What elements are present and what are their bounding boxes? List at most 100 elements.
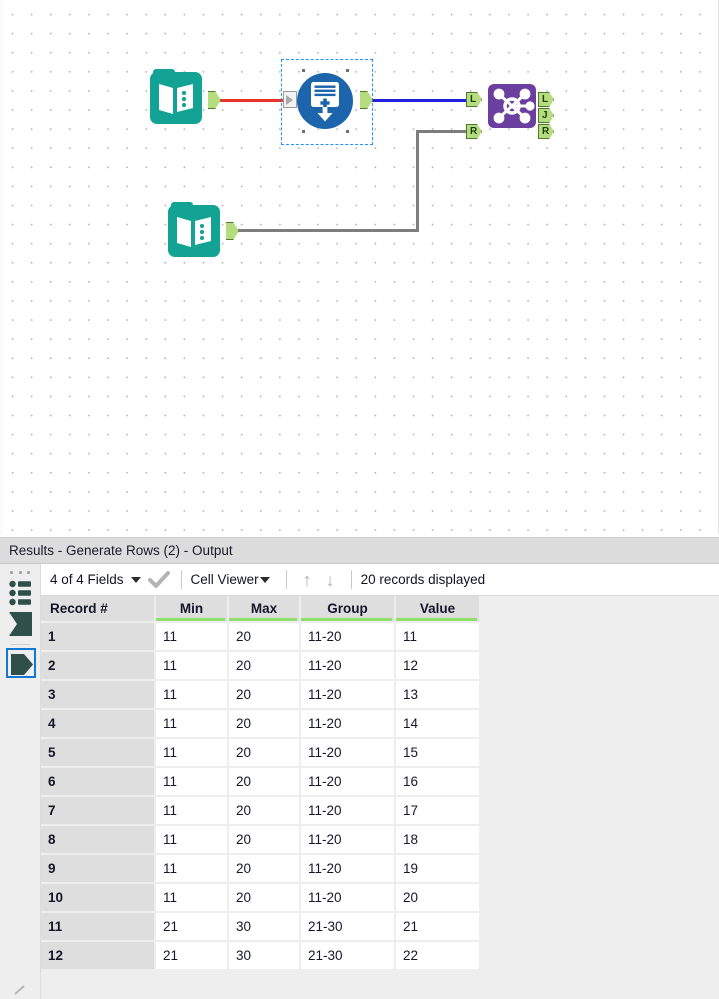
record-number-cell[interactable]: 6 — [41, 768, 156, 797]
table-cell[interactable]: 16 — [396, 768, 481, 797]
record-number-cell[interactable]: 11 — [41, 913, 156, 942]
column-header-group[interactable]: Group — [301, 596, 396, 623]
table-cell[interactable]: 11-20 — [301, 884, 396, 913]
table-cell[interactable]: 20 — [229, 855, 301, 884]
table-row[interactable]: 3 11 20 11-20 13 — [41, 681, 481, 710]
input-anchor-generate-rows[interactable] — [283, 91, 297, 108]
table-cell[interactable]: 20 — [229, 826, 301, 855]
table-cell[interactable]: 11-20 — [301, 623, 396, 652]
record-number-cell[interactable]: 2 — [41, 652, 156, 681]
chevron-down-icon[interactable] — [259, 576, 270, 583]
table-cell[interactable]: 11 — [156, 855, 229, 884]
connection-input1-to-generaterows[interactable] — [215, 99, 290, 102]
table-cell[interactable]: 11 — [156, 884, 229, 913]
resize-handle-icon[interactable] — [14, 985, 26, 995]
tool-join-3[interactable] — [488, 84, 536, 128]
connection-generaterows-to-join-left[interactable] — [370, 99, 474, 102]
connection-input2-to-join-right-vertical[interactable] — [416, 130, 419, 232]
join-input-port-R[interactable]: R — [466, 124, 482, 139]
table-cell[interactable]: 18 — [396, 826, 481, 855]
table-row[interactable]: 10 11 20 11-20 20 — [41, 884, 481, 913]
column-header-max[interactable]: Max — [229, 596, 301, 623]
table-row[interactable]: 7 11 20 11-20 17 — [41, 797, 481, 826]
table-cell[interactable]: 11 — [396, 623, 481, 652]
table-cell[interactable]: 20 — [229, 739, 301, 768]
table-cell[interactable]: 30 — [229, 913, 301, 942]
input-anchor-icon[interactable] — [9, 612, 32, 636]
table-cell[interactable]: 20 — [229, 884, 301, 913]
table-cell[interactable]: 11-20 — [301, 768, 396, 797]
check-icon[interactable] — [147, 570, 170, 589]
table-cell[interactable]: 14 — [396, 710, 481, 739]
table-cell[interactable]: 20 — [229, 768, 301, 797]
table-cell[interactable]: 11-20 — [301, 797, 396, 826]
cell-viewer-selector[interactable]: Cell Viewer — [191, 564, 277, 595]
table-row[interactable]: 2 11 20 11-20 12 — [41, 652, 481, 681]
table-cell[interactable]: 22 — [396, 942, 481, 971]
table-cell[interactable]: 11 — [156, 797, 229, 826]
table-cell[interactable]: 11-20 — [301, 652, 396, 681]
table-cell[interactable]: 11 — [156, 623, 229, 652]
tool-input-data-4[interactable] — [168, 202, 220, 257]
tool-input-data-1[interactable] — [150, 69, 202, 124]
table-cell[interactable]: 17 — [396, 797, 481, 826]
record-number-cell[interactable]: 1 — [41, 623, 156, 652]
output-anchor-generate-rows[interactable] — [360, 91, 373, 109]
output-anchor-input-data-4[interactable] — [226, 222, 239, 240]
output-anchor-input-data-1[interactable] — [208, 91, 221, 109]
record-number-cell[interactable]: 4 — [41, 710, 156, 739]
table-row[interactable]: 11 21 30 21-30 21 — [41, 913, 481, 942]
column-header-value[interactable]: Value — [396, 596, 481, 623]
join-output-port-L[interactable]: L — [538, 92, 554, 107]
sort-up-arrow-icon[interactable]: ↑ — [296, 571, 319, 589]
workflow-canvas[interactable]: L R L J R — [0, 0, 719, 534]
table-cell[interactable]: 11 — [156, 739, 229, 768]
record-number-cell[interactable]: 7 — [41, 797, 156, 826]
table-cell[interactable]: 11-20 — [301, 826, 396, 855]
table-cell[interactable]: 21-30 — [301, 913, 396, 942]
table-cell[interactable]: 11 — [156, 652, 229, 681]
table-cell[interactable]: 20 — [229, 797, 301, 826]
results-data-grid[interactable]: Record # Min Max Group Value 1 11 20 11-20 11 2 11… — [41, 596, 719, 999]
table-cell[interactable]: 30 — [229, 942, 301, 971]
join-output-port-R[interactable]: R — [538, 124, 554, 139]
table-row[interactable]: 4 11 20 11-20 14 — [41, 710, 481, 739]
table-cell[interactable]: 11 — [156, 826, 229, 855]
table-cell[interactable]: 11-20 — [301, 855, 396, 884]
selection-handle[interactable] — [302, 69, 305, 72]
table-row[interactable]: 9 11 20 11-20 19 — [41, 855, 481, 884]
chevron-down-icon[interactable] — [130, 576, 141, 583]
table-cell[interactable]: 11 — [156, 681, 229, 710]
table-cell[interactable]: 11-20 — [301, 739, 396, 768]
table-cell[interactable]: 11 — [156, 768, 229, 797]
record-number-cell[interactable]: 9 — [41, 855, 156, 884]
list-icon[interactable] — [9, 580, 31, 606]
connection-input2-to-join-right-top[interactable] — [416, 130, 474, 133]
table-cell[interactable]: 21-30 — [301, 942, 396, 971]
table-cell[interactable]: 20 — [229, 681, 301, 710]
selection-handle[interactable] — [346, 69, 349, 72]
column-header-min[interactable]: Min — [156, 596, 229, 623]
table-cell[interactable]: 20 — [229, 652, 301, 681]
grip-dots-icon[interactable] — [10, 571, 30, 575]
table-row[interactable]: 12 21 30 21-30 22 — [41, 942, 481, 971]
connection-input2-to-join-right-horizontal[interactable] — [234, 229, 419, 232]
table-cell[interactable]: 21 — [156, 942, 229, 971]
record-number-cell[interactable]: 12 — [41, 942, 156, 971]
join-input-port-L[interactable]: L — [466, 92, 482, 107]
table-cell[interactable]: 13 — [396, 681, 481, 710]
table-cell[interactable]: 11-20 — [301, 710, 396, 739]
table-row[interactable]: 5 11 20 11-20 15 — [41, 739, 481, 768]
table-cell[interactable]: 20 — [396, 884, 481, 913]
table-row[interactable]: 1 11 20 11-20 11 — [41, 623, 481, 652]
sort-down-arrow-icon[interactable]: ↓ — [319, 571, 342, 589]
selection-handle[interactable] — [302, 130, 305, 133]
tool-generate-rows-2[interactable] — [297, 73, 353, 129]
column-header-record[interactable]: Record # — [41, 596, 156, 623]
table-row[interactable]: 8 11 20 11-20 18 — [41, 826, 481, 855]
table-cell[interactable]: 20 — [229, 623, 301, 652]
table-cell[interactable]: 12 — [396, 652, 481, 681]
table-cell[interactable]: 11-20 — [301, 681, 396, 710]
table-cell[interactable]: 21 — [396, 913, 481, 942]
table-cell[interactable]: 19 — [396, 855, 481, 884]
